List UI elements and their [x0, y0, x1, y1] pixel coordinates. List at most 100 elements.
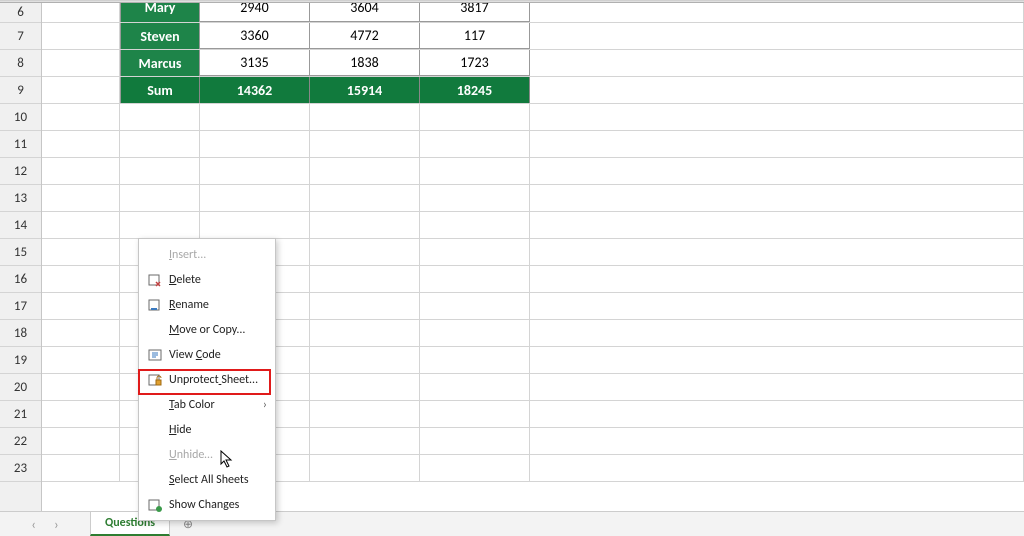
cell[interactable] — [530, 401, 1024, 427]
menu-item-tab-color[interactable]: Tab Color — [139, 392, 275, 417]
sum-cell[interactable]: 14362 — [200, 77, 310, 103]
cell[interactable] — [42, 293, 120, 319]
cell[interactable] — [42, 347, 120, 373]
row-label-cell[interactable]: Marcus — [120, 50, 200, 76]
row-header[interactable]: 7 — [0, 23, 41, 50]
sum-cell[interactable]: 18245 — [420, 77, 530, 103]
sum-cell[interactable]: 15914 — [310, 77, 420, 103]
cell[interactable] — [310, 293, 420, 319]
cell[interactable] — [120, 158, 200, 184]
row-header[interactable]: 19 — [0, 347, 41, 374]
cell[interactable] — [310, 266, 420, 292]
cell[interactable] — [420, 104, 530, 130]
cell[interactable] — [310, 185, 420, 211]
cell[interactable] — [42, 50, 120, 76]
cell[interactable] — [42, 374, 120, 400]
data-cell[interactable]: 1838 — [310, 50, 420, 76]
cell[interactable] — [420, 401, 530, 427]
cell[interactable] — [200, 131, 310, 157]
cell[interactable] — [200, 185, 310, 211]
menu-item-insert[interactable]: Insert... — [139, 242, 275, 267]
cell[interactable] — [530, 320, 1024, 346]
row-label-cell[interactable]: Mary — [120, 3, 200, 22]
cell[interactable] — [310, 104, 420, 130]
menu-item-unprotect-sheet[interactable]: Unprotect Sheet... — [139, 367, 275, 392]
cell[interactable] — [310, 131, 420, 157]
row-header[interactable]: 9 — [0, 77, 41, 104]
cell[interactable] — [200, 158, 310, 184]
cell[interactable] — [120, 104, 200, 130]
menu-item-show-changes[interactable]: Show Changes — [139, 492, 275, 517]
cell[interactable] — [420, 266, 530, 292]
cell[interactable] — [420, 347, 530, 373]
cell[interactable] — [310, 239, 420, 265]
row-header[interactable]: 15 — [0, 239, 41, 266]
cell[interactable] — [310, 158, 420, 184]
cell[interactable] — [420, 428, 530, 454]
row-header[interactable]: 11 — [0, 131, 41, 158]
cell[interactable] — [42, 23, 120, 49]
cell[interactable] — [530, 23, 1024, 49]
row-header[interactable]: 20 — [0, 374, 41, 401]
cell[interactable] — [200, 104, 310, 130]
cell[interactable] — [120, 131, 200, 157]
cell[interactable] — [42, 239, 120, 265]
cell[interactable] — [530, 3, 1024, 22]
data-cell[interactable]: 2940 — [200, 3, 310, 22]
menu-item-unhide[interactable]: Unhide… — [139, 442, 275, 467]
data-cell[interactable]: 117 — [420, 23, 530, 49]
cell[interactable] — [530, 185, 1024, 211]
cell[interactable] — [42, 455, 120, 481]
row-header[interactable]: 8 — [0, 50, 41, 77]
row-header[interactable]: 21 — [0, 401, 41, 428]
cell[interactable] — [42, 212, 120, 238]
cell[interactable] — [530, 212, 1024, 238]
cell[interactable] — [310, 374, 420, 400]
cell[interactable] — [200, 212, 310, 238]
menu-item-select-all-sheets[interactable]: Select All Sheets — [139, 467, 275, 492]
cell[interactable] — [420, 185, 530, 211]
menu-item-view-code[interactable]: View Code — [139, 342, 275, 367]
row-header[interactable]: 14 — [0, 212, 41, 239]
cell[interactable] — [42, 77, 120, 103]
row-header[interactable]: 13 — [0, 185, 41, 212]
cell[interactable] — [530, 374, 1024, 400]
cell[interactable] — [420, 158, 530, 184]
row-header[interactable]: 18 — [0, 320, 41, 347]
data-cell[interactable]: 4772 — [310, 23, 420, 49]
cell[interactable] — [42, 185, 120, 211]
cell[interactable] — [120, 185, 200, 211]
cell[interactable] — [42, 320, 120, 346]
row-header[interactable]: 10 — [0, 104, 41, 131]
cell[interactable] — [310, 428, 420, 454]
row-header[interactable]: 17 — [0, 293, 41, 320]
cell[interactable] — [310, 347, 420, 373]
row-header[interactable]: 16 — [0, 266, 41, 293]
row-header[interactable]: 6 — [0, 3, 41, 23]
data-cell[interactable]: 3360 — [200, 23, 310, 49]
cell[interactable] — [42, 401, 120, 427]
cell[interactable] — [420, 293, 530, 319]
menu-item-move-or-copy[interactable]: Move or Copy... — [139, 317, 275, 342]
cell[interactable] — [42, 158, 120, 184]
cell[interactable] — [530, 50, 1024, 76]
cell[interactable] — [530, 77, 1024, 103]
cell[interactable] — [420, 374, 530, 400]
data-cell[interactable]: 3604 — [310, 3, 420, 22]
tab-nav-next-icon[interactable]: › — [54, 516, 59, 533]
cell[interactable] — [420, 239, 530, 265]
cell[interactable] — [530, 347, 1024, 373]
data-cell[interactable]: 3817 — [420, 3, 530, 22]
cell[interactable] — [310, 212, 420, 238]
cell[interactable] — [530, 293, 1024, 319]
cell[interactable] — [420, 455, 530, 481]
cell[interactable] — [530, 131, 1024, 157]
cell[interactable] — [530, 104, 1024, 130]
cell[interactable] — [420, 131, 530, 157]
cell[interactable] — [310, 401, 420, 427]
cell[interactable] — [530, 266, 1024, 292]
sum-label-cell[interactable]: Sum — [120, 77, 200, 103]
row-label-cell[interactable]: Steven — [120, 23, 200, 49]
cell[interactable] — [530, 158, 1024, 184]
cell[interactable] — [42, 131, 120, 157]
